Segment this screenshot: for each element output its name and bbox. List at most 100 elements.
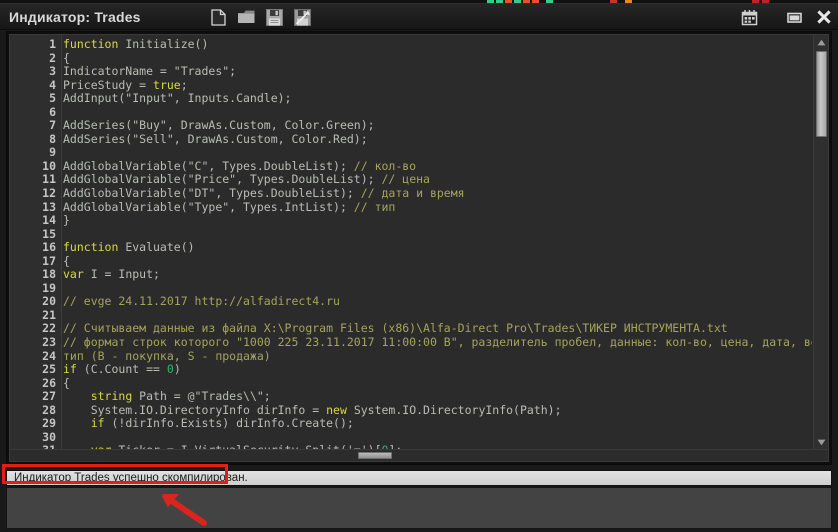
code-line[interactable] (63, 146, 812, 160)
code-line[interactable]: AddSeries("Buy", DrawAs.Custom, Color.Gr… (63, 119, 812, 133)
code-line[interactable]: { (63, 255, 812, 269)
code-line[interactable]: AddGlobalVariable("C", Types.DoubleList)… (63, 160, 812, 174)
code-line[interactable] (63, 228, 812, 242)
window-titlebar: Индикатор: Trades (0, 4, 838, 30)
code-line[interactable]: { (63, 377, 812, 391)
line-number: 18 (10, 268, 62, 282)
code-token-plain: { (63, 376, 70, 390)
code-line[interactable]: { (63, 52, 812, 66)
titlebar-window-controls (741, 4, 832, 30)
code-token-plain: ) (174, 362, 181, 376)
code-token-plain: Initialize() (118, 37, 208, 51)
code-token-kw: if (63, 362, 77, 376)
vertical-scroll-thumb[interactable] (816, 51, 827, 137)
code-line[interactable]: function Evaluate() (63, 241, 812, 255)
code-token-kw: new (326, 403, 347, 417)
line-number: 6 (10, 106, 62, 120)
save-as-icon (294, 9, 311, 26)
code-token-kw: function (63, 37, 118, 51)
calendar-button[interactable] (741, 7, 758, 27)
code-token-plain: } (63, 213, 70, 227)
code-token-plain: (C.Count == (77, 362, 167, 376)
line-number: 1 (10, 38, 62, 52)
code-token-plain: AddGlobalVariable("Type", Types.IntList)… (63, 200, 354, 214)
calendar-icon (741, 9, 758, 26)
new-file-button[interactable] (208, 7, 229, 28)
code-token-plain: System.IO.DirectoryInfo(Path); (347, 403, 562, 417)
code-token-plain: { (63, 254, 70, 268)
code-token-plain: AddGlobalVariable("C", Types.DoubleList)… (63, 159, 354, 173)
line-number: 22 (10, 322, 62, 336)
code-line[interactable]: // Считываем данные из файла X:\Program … (63, 322, 812, 336)
code-token-kw: string (91, 389, 133, 403)
line-number: 25 (10, 363, 62, 377)
code-editor[interactable]: 1234567891011121314151617181920212223242… (9, 34, 829, 462)
horizontal-scroll-thumb[interactable] (358, 452, 392, 459)
code-token-comment: тип (B - покупка, S - продажа) (63, 349, 271, 363)
code-token-plain: (!dirInfo.Exists) dirInfo.Create(); (105, 416, 354, 430)
code-token-plain: AddSeries("Buy", DrawAs.Custom, Color.Gr… (63, 118, 375, 132)
code-line[interactable] (63, 309, 812, 323)
close-window-button[interactable] (815, 7, 832, 27)
code-line[interactable] (63, 431, 812, 445)
code-line[interactable]: // формат строк которого "1000 225 23.11… (63, 336, 812, 350)
scroll-down-button[interactable] (814, 435, 829, 449)
line-number: 14 (10, 214, 62, 228)
code-line[interactable]: if (C.Count == 0) (63, 363, 812, 377)
code-token-kw: if (91, 416, 105, 430)
chevron-up-icon (817, 39, 826, 46)
code-token-comment: // тип (354, 200, 396, 214)
code-line[interactable]: function Initialize() (63, 38, 812, 52)
code-line[interactable]: AddGlobalVariable("DT", Types.DoubleList… (63, 187, 812, 201)
code-token-comment: // дата и время (361, 186, 465, 200)
new-file-icon (211, 9, 226, 26)
restore-window-icon (787, 11, 802, 24)
code-line[interactable]: AddGlobalVariable("Price", Types.DoubleL… (63, 173, 812, 187)
code-text-area[interactable]: function Initialize(){IndicatorName = "T… (63, 35, 812, 449)
code-token-plain: Evaluate() (118, 240, 194, 254)
close-window-icon (816, 9, 832, 25)
scroll-up-button[interactable] (814, 35, 829, 49)
line-number: 27 (10, 390, 62, 404)
code-line[interactable]: System.IO.DirectoryInfo dirInfo = new Sy… (63, 404, 812, 418)
code-line[interactable]: if (!dirInfo.Exists) dirInfo.Create(); (63, 417, 812, 431)
code-line[interactable]: тип (B - покупка, S - продажа) (63, 350, 812, 364)
code-token-comment: // цена (382, 172, 430, 186)
code-line[interactable]: // evge 24.11.2017 http://alfadirect4.ru (63, 295, 812, 309)
code-line[interactable]: } (63, 214, 812, 228)
code-token-plain: ; (181, 78, 188, 92)
line-number: 4 (10, 79, 62, 93)
code-token-plain: AddSeries("Sell", DrawAs.Custom, Color.R… (63, 132, 368, 146)
editor-horizontal-scrollbar[interactable] (10, 449, 828, 461)
code-line[interactable]: IndicatorName = "Trades"; (63, 65, 812, 79)
code-line[interactable]: string Path = @"Trades\\"; (63, 390, 812, 404)
code-token-comment: // evge 24.11.2017 http://alfadirect4.ru (63, 294, 340, 308)
line-number: 17 (10, 255, 62, 269)
line-number: 3 (10, 65, 62, 79)
line-number: 13 (10, 201, 62, 215)
code-token-num: 0 (167, 362, 174, 376)
code-line[interactable]: AddInput("Input", Inputs.Candle); (63, 92, 812, 106)
save-button[interactable] (264, 7, 285, 28)
status-bar: Индикатор Trades успешно скомпилирован. (6, 470, 832, 486)
code-token-plain: Path = @"Trades\\"; (132, 389, 270, 403)
code-line[interactable]: PriceStudy = true; (63, 79, 812, 93)
line-number: 26 (10, 377, 62, 391)
code-line[interactable]: AddGlobalVariable("Type", Types.IntList)… (63, 201, 812, 215)
code-line[interactable] (63, 106, 812, 120)
code-line[interactable] (63, 282, 812, 296)
indicator-editor-window: Индикатор: Trades (0, 3, 838, 532)
line-number: 30 (10, 431, 62, 445)
code-line[interactable]: var I = Input; (63, 268, 812, 282)
open-file-button[interactable] (236, 7, 257, 28)
code-lines: function Initialize(){IndicatorName = "T… (63, 38, 812, 449)
output-pane (6, 487, 832, 529)
line-number: 8 (10, 133, 62, 147)
code-line[interactable]: AddSeries("Sell", DrawAs.Custom, Color.R… (63, 133, 812, 147)
restore-window-button[interactable] (786, 7, 803, 27)
line-number: 10 (10, 160, 62, 174)
editor-vertical-scrollbar[interactable] (813, 35, 828, 449)
code-token-comment: // Считываем данные из файла X:\Program … (63, 321, 728, 335)
save-as-button[interactable] (292, 7, 313, 28)
code-token-plain: AddInput("Input", Inputs.Candle); (63, 91, 291, 105)
